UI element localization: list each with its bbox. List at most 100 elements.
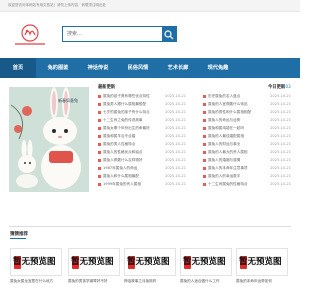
card-image-placeholder: 暂无预览图 xyxy=(180,248,232,276)
list-item-title[interactable]: 属兔男人跟什么属相最般配 xyxy=(103,102,161,107)
list-item-title[interactable]: 属兔人的婚姻与感情 xyxy=(208,158,266,163)
list-item-title[interactable]: 属兔人的性格优点和缺点 xyxy=(103,150,161,155)
list-item[interactable]: 1987年属兔人的命运 2025-10-21 xyxy=(98,166,186,174)
list-bullet-icon xyxy=(203,135,206,138)
list-item[interactable]: 属兔人的命运与运势 2025-10-21 xyxy=(203,118,291,126)
list-bullet-icon xyxy=(98,159,101,162)
list-item[interactable]: 属兔的男性和什么属相相配 2025-10-21 xyxy=(203,110,291,118)
list-item-title[interactable]: 1987年属兔人的命运 xyxy=(103,166,161,171)
list-item[interactable]: 属兔人的财运与事业 2025-10-21 xyxy=(203,142,291,150)
list-item[interactable]: 属兔男人跟什么属相最般配 2025-10-21 xyxy=(98,102,186,110)
list-item-title[interactable]: 属兔女哪个年份出生的命最好 xyxy=(103,126,161,131)
list-item-title[interactable]: 十二生肖之兔的传说故事 xyxy=(103,118,161,123)
list-item[interactable]: 十二生肖之兔的传说故事 2025-10-21 xyxy=(98,118,186,126)
card-image-placeholder: 暂无预览图 xyxy=(68,248,120,276)
list-item-date: 2025-10-21 xyxy=(270,174,291,178)
list-item-date: 2025-10-21 xyxy=(165,118,186,122)
list-item-date: 2025-10-21 xyxy=(270,134,291,138)
site-logo[interactable] xyxy=(10,22,50,48)
nav-item-rabbit-guide[interactable]: 兔的图鉴 xyxy=(40,58,76,78)
list-item-title[interactable]: 属兔人和什么属相最配 xyxy=(103,174,161,179)
search-button[interactable] xyxy=(162,27,176,41)
list-item[interactable]: 属兔的男人性格特点 2025-10-21 xyxy=(98,142,186,150)
list-item[interactable]: 属兔的人最大的贵人属相 2025-10-21 xyxy=(203,150,291,158)
list-item[interactable]: 属兔人的本命年注意事项 2025-10-21 xyxy=(203,166,291,174)
list-item[interactable]: 属兔和属羊合不合婚 2025-10-21 xyxy=(98,134,186,142)
card-placeholder-text: 暂无预览图 xyxy=(13,257,56,267)
list-item[interactable]: 属兔的孩子具有哪些优点特性 2025-10-21 xyxy=(98,94,186,102)
list-bullet-icon xyxy=(203,151,206,154)
list-item-title[interactable]: 属兔人佩戴什么吉祥物好 xyxy=(103,158,161,163)
list-item-title[interactable]: 属兔和属羊合不合婚 xyxy=(103,134,161,139)
list-bullet-icon xyxy=(203,95,206,98)
list-item-title[interactable]: 十二生肖属兔的性格特点 xyxy=(208,182,266,187)
list-bullet-icon xyxy=(203,103,206,106)
recommend-card[interactable]: 暂无预览图 属兔女属龙宜居在什么地方 xyxy=(10,248,62,288)
list-item[interactable]: 历史属兔的名人盘点 2025-10-21 xyxy=(203,94,291,102)
hero-caption: 新春如意兔 xyxy=(58,98,78,103)
main-navigation: 首页 兔的图鉴 神话传说 民俗风情 艺术长廊 现代兔趣 xyxy=(0,58,300,78)
list-item-title[interactable]: 属兔的人最佳婚配属相 xyxy=(208,134,266,139)
list-bullet-icon xyxy=(203,183,206,186)
card-placeholder-text: 暂无预览图 xyxy=(71,257,114,267)
list-bullet-icon xyxy=(203,111,206,114)
list-item-title[interactable]: 属兔的人的幸运数字 xyxy=(208,174,266,179)
list-item-date: 2025-10-21 xyxy=(165,134,186,138)
card-caption: 神话故事之月兔捣药 xyxy=(124,279,157,283)
list-bullet-icon xyxy=(98,135,101,138)
list-bullet-icon xyxy=(98,183,101,186)
list-item[interactable]: 属兔的人最佳婚配属相 2025-10-21 xyxy=(203,134,291,142)
list-item-title[interactable]: 属兔的人宜佩戴什么饰品 xyxy=(208,102,266,107)
list-item[interactable]: 1999年属兔的贵人属相 2025-10-21 xyxy=(98,182,186,190)
list-item-date: 2025-10-21 xyxy=(165,102,186,106)
list-item[interactable]: 属兔和属鸡能在一起吗 2025-10-21 xyxy=(203,126,291,134)
list-item-date: 2025-10-21 xyxy=(165,126,186,130)
nav-item-art[interactable]: 艺术长廊 xyxy=(160,58,196,78)
nav-art-label: 艺术长廊 xyxy=(167,65,189,71)
nav-myths-label: 神话传说 xyxy=(87,65,109,71)
recommend-card[interactable]: 暂无预览图 神话故事之月兔捣药 xyxy=(124,248,176,288)
list-item-title[interactable]: 历史属兔的名人盘点 xyxy=(208,94,266,99)
list-item[interactable]: 属兔人佩戴什么吉祥物好 2025-10-21 xyxy=(98,158,186,166)
list-item[interactable]: 属兔女哪个年份出生的命最好 2025-10-21 xyxy=(98,126,186,134)
list-item[interactable]: 属兔的人的幸运数字 2025-10-21 xyxy=(203,174,291,182)
recommend-card[interactable]: 暂无预览图 属兔的男孩学钢琴好不好 xyxy=(68,248,120,288)
nav-item-modern[interactable]: 现代兔趣 xyxy=(200,58,236,78)
left-panel-title: 最新更新 xyxy=(98,85,116,90)
list-item[interactable]: 属兔人和什么属相最配 2025-10-21 xyxy=(98,174,186,182)
list-bullet-icon xyxy=(203,159,206,162)
list-item-title[interactable]: 属兔人的财运与事业 xyxy=(208,142,266,147)
list-item[interactable]: 属兔的人宜佩戴什么饰品 2025-10-21 xyxy=(203,102,291,110)
list-item-title[interactable]: 属兔人的本命年注意事项 xyxy=(208,166,266,171)
nav-item-folk[interactable]: 民俗风情 xyxy=(120,58,156,78)
list-bullet-icon xyxy=(98,119,101,122)
search-input[interactable] xyxy=(67,29,155,39)
nav-item-myths[interactable]: 神话传说 xyxy=(80,58,116,78)
list-item-date: 2025-10-21 xyxy=(270,110,291,114)
list-item[interactable]: 七岁的属兔的孩子有什么特点 2025-10-21 xyxy=(98,110,186,118)
list-item[interactable]: 属兔人的性格优点和缺点 2025-10-21 xyxy=(98,150,186,158)
list-item-title[interactable]: 属兔的男性和什么属相相配 xyxy=(208,110,266,115)
list-item-title[interactable]: 七岁的属兔的孩子有什么特点 xyxy=(103,110,161,115)
list-item-title[interactable]: 1999年属兔的贵人属相 xyxy=(103,182,161,187)
recommend-card[interactable]: 暂无预览图 属兔的本命年运势如何 xyxy=(236,248,288,288)
right-panel-count: 103 xyxy=(283,84,291,89)
list-item-title[interactable]: 属兔和属鸡能在一起吗 xyxy=(208,126,266,131)
nav-modern-label: 现代兔趣 xyxy=(207,65,229,71)
list-bullet-icon xyxy=(98,127,101,130)
list-item-title[interactable]: 属兔的男人性格特点 xyxy=(103,142,161,147)
nav-item-home[interactable]: 首页 xyxy=(0,58,36,78)
list-item[interactable]: 十二生肖属兔的性格特点 2025-10-21 xyxy=(203,182,291,190)
card-image-placeholder: 暂无预览图 xyxy=(124,248,176,276)
list-item-title[interactable]: 属兔的孩子具有哪些优点特性 xyxy=(103,94,161,99)
list-item-date: 2025-10-21 xyxy=(165,174,186,178)
card-placeholder-text: 暂无预览图 xyxy=(239,257,282,267)
list-item-title[interactable]: 属兔的人最大的贵人属相 xyxy=(208,150,266,155)
search-icon xyxy=(164,30,174,40)
list-item-title[interactable]: 属兔人的命运与运势 xyxy=(208,118,266,123)
list-item-date: 2025-10-21 xyxy=(165,166,186,170)
list-item[interactable]: 属兔人的婚姻与感情 2025-10-21 xyxy=(203,158,291,166)
nav-rabbit-guide-label: 兔的图鉴 xyxy=(47,65,69,71)
list-bullet-icon xyxy=(203,167,206,170)
recommend-card[interactable]: 暂无预览图 属兔的人适合做什么工作 xyxy=(180,248,232,288)
